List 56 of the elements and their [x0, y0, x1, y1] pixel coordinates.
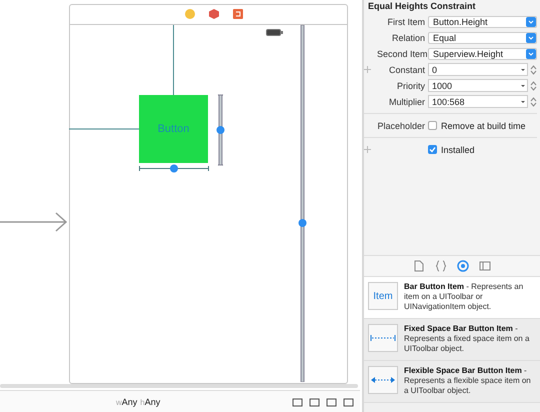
- plus-icon[interactable]: [364, 146, 371, 153]
- chevron-icon[interactable]: [526, 48, 536, 58]
- chevron-icon[interactable]: [526, 32, 536, 42]
- library-tab[interactable]: [435, 260, 447, 272]
- combo-field[interactable]: 0: [428, 63, 528, 76]
- layout-tool-icon[interactable]: [309, 396, 320, 408]
- field-label: Priority: [396, 80, 425, 90]
- checkbox[interactable]: Installed: [428, 144, 537, 154]
- cube-icon[interactable]: [208, 9, 218, 19]
- battery-icon: [266, 29, 283, 36]
- flexible-space-icon: [368, 366, 398, 394]
- item-description: Bar Button Item - Represents an item on a UIToolbar or UINavigationItem object.: [404, 282, 524, 312]
- popup-button[interactable]: Equal: [428, 32, 537, 44]
- stepper[interactable]: [530, 96, 537, 108]
- library-item[interactable]: Item Bar Button Item - Represents an item on a UIToolbar or UINavigationItem object.: [364, 277, 540, 319]
- item-description: Fixed Space Bar Button Item - Represents a fixed space item on a UIToolbar object.: [404, 324, 530, 354]
- checkbox[interactable]: Remove at build time: [428, 120, 537, 130]
- field-label: Second Item: [377, 48, 425, 58]
- checkmark-icon: [429, 146, 436, 153]
- chevron-icon[interactable]: [526, 16, 536, 26]
- library-tab[interactable]: [413, 260, 425, 272]
- popup-button[interactable]: Superview.Height: [428, 48, 537, 60]
- size-class-label[interactable]: wAny: [116, 397, 138, 407]
- library-item[interactable]: Flexible Space Bar Button Item - Represents a flexible space item on a UIToolbar object.: [364, 361, 540, 403]
- layout-tool-icon[interactable]: [292, 396, 303, 408]
- library-tab[interactable]: [479, 260, 491, 272]
- size-class-label[interactable]: hAny: [140, 397, 160, 407]
- field-label: Placeholder: [377, 120, 425, 130]
- field-label: First Item: [386, 16, 425, 26]
- field-label: Relation: [390, 32, 425, 42]
- item-icon: Item: [368, 282, 398, 310]
- scrollbar[interactable]: [0, 384, 358, 388]
- height-constraint: [216, 94, 225, 166]
- fixed-space-icon: [368, 324, 398, 352]
- field-label: Multiplier: [388, 96, 425, 106]
- layout-tool-icon[interactable]: [343, 396, 354, 408]
- inspector-title: Equal Heights Constraint: [367, 0, 477, 12]
- plus-icon[interactable]: [364, 66, 371, 73]
- item-description: Flexible Space Bar Button Item - Represents a flexible space item on a UIToolbar object.: [404, 366, 532, 396]
- dropdown-icon[interactable]: [519, 98, 527, 104]
- combo-field[interactable]: 100:568: [428, 95, 528, 108]
- stepper[interactable]: [530, 80, 537, 92]
- library-item[interactable]: Fixed Space Bar Button Item - Represents a fixed space item on a UIToolbar object.: [364, 319, 540, 361]
- width-constraint: [139, 164, 209, 173]
- stepper[interactable]: [530, 64, 537, 76]
- dropdown-icon[interactable]: [519, 66, 527, 72]
- exit-icon[interactable]: [232, 9, 242, 19]
- field-label: Constant: [388, 64, 425, 74]
- constraint-line: [172, 25, 175, 95]
- entry-arrow: [0, 212, 68, 232]
- constraint-line: [69, 127, 139, 131]
- popup-button[interactable]: Button.Height: [428, 16, 537, 28]
- dropdown-icon[interactable]: [519, 82, 527, 88]
- library-tab[interactable]: [457, 260, 469, 272]
- combo-field[interactable]: 1000: [428, 79, 528, 92]
- layout-tool-icon[interactable]: [326, 396, 337, 408]
